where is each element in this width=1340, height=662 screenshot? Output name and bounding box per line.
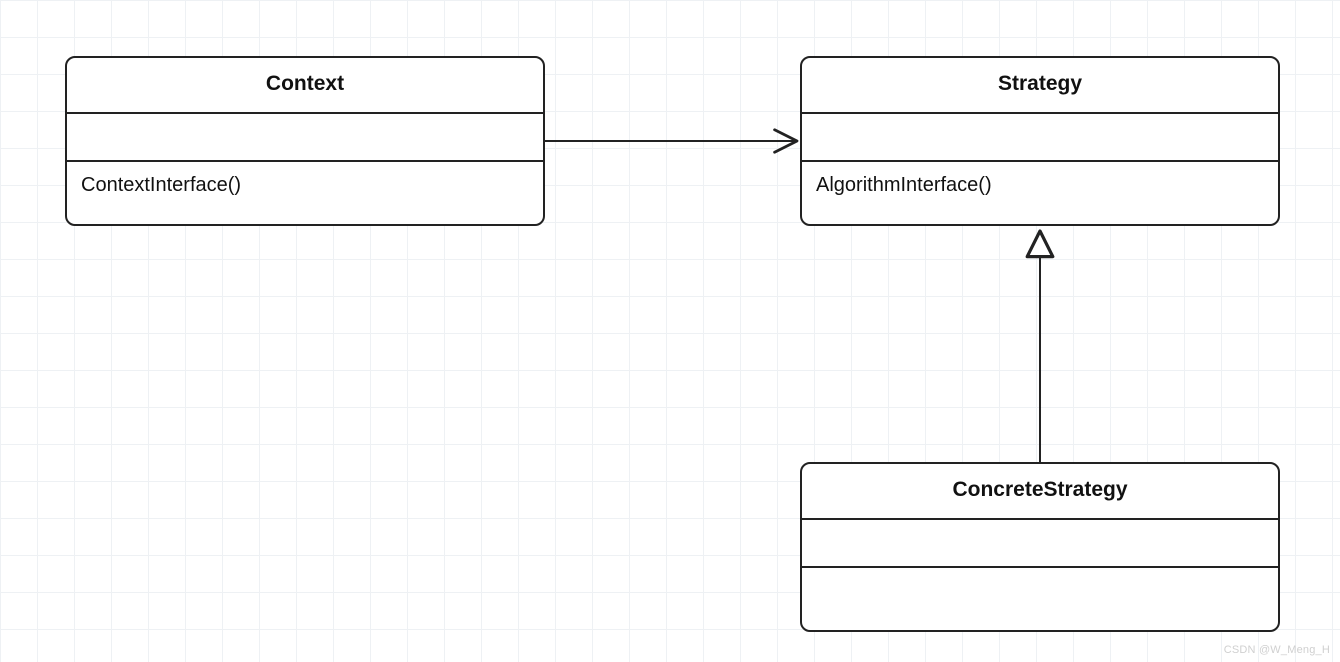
class-operations: ContextInterface() <box>67 162 543 209</box>
class-title: Context <box>67 58 543 114</box>
class-attributes <box>67 114 543 162</box>
watermark: CSDN @W_Meng_H <box>1224 644 1330 656</box>
class-title: ConcreteStrategy <box>802 464 1278 520</box>
uml-class-context: Context ContextInterface() <box>65 56 545 226</box>
class-attributes <box>802 114 1278 162</box>
uml-class-strategy: Strategy AlgorithmInterface() <box>800 56 1280 226</box>
class-operations: AlgorithmInterface() <box>802 162 1278 209</box>
class-title: Strategy <box>802 58 1278 114</box>
class-attributes <box>802 520 1278 568</box>
class-operations <box>802 568 1278 612</box>
uml-class-concrete-strategy: ConcreteStrategy <box>800 462 1280 632</box>
